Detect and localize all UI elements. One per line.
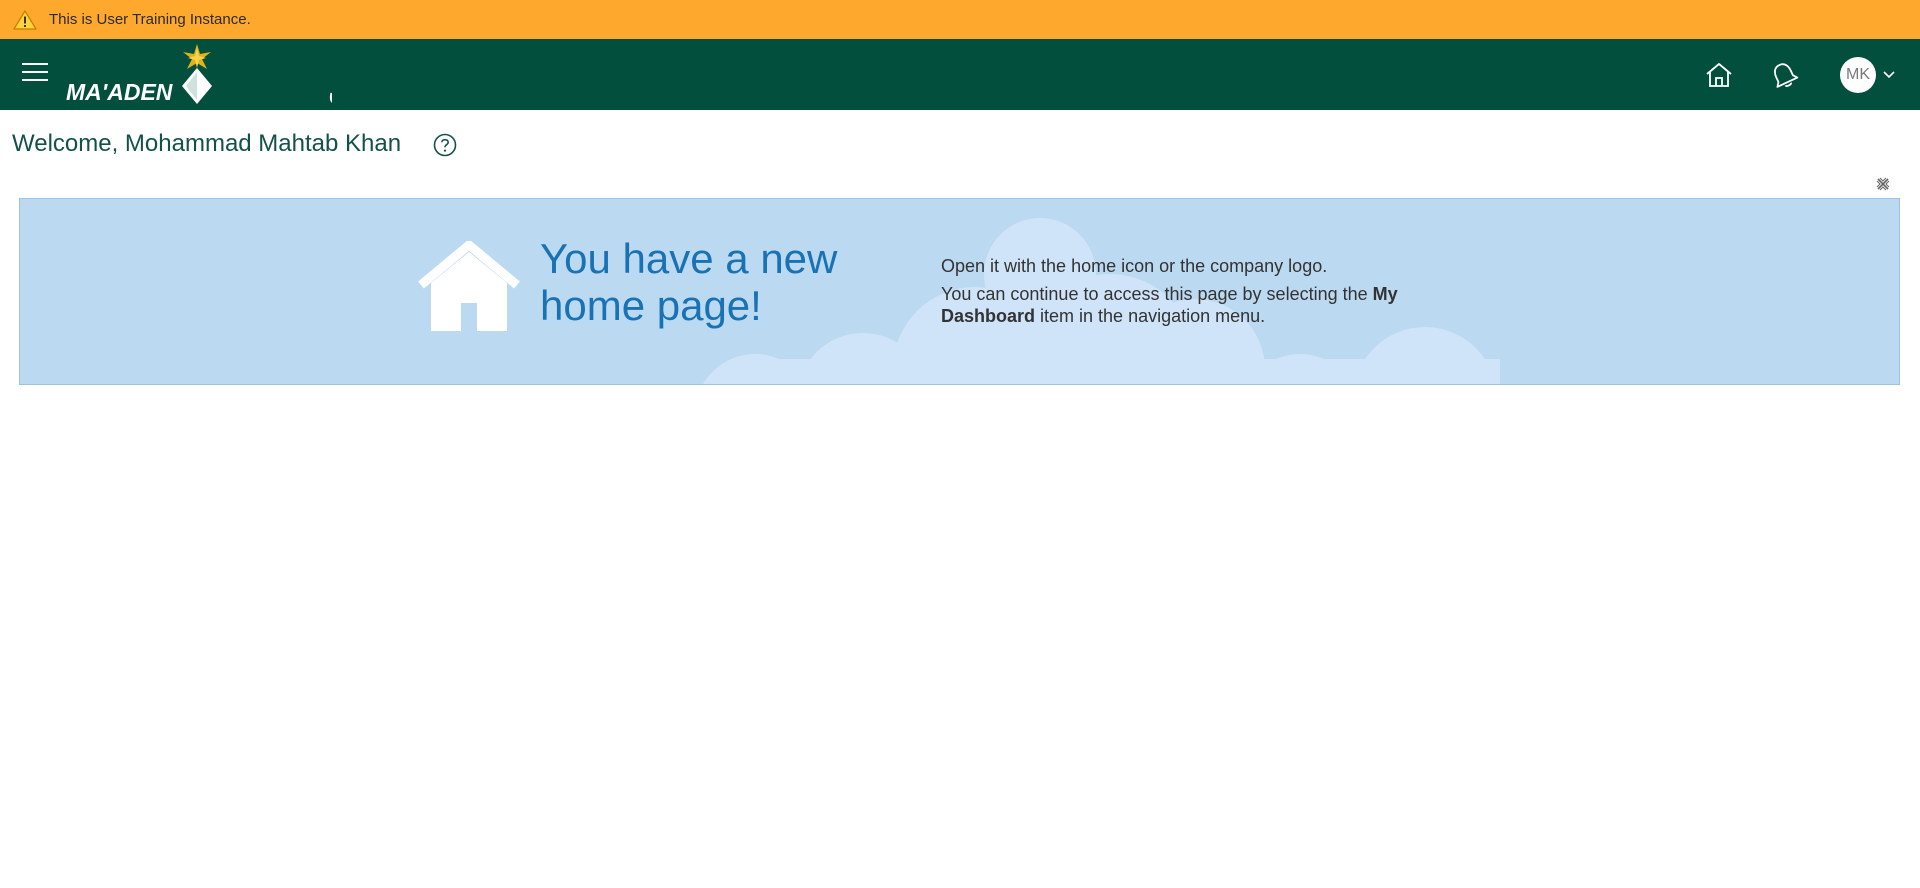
- warning-triangle-icon: [13, 9, 37, 30]
- new-home-page-banner: You have a new home page! Open it with t…: [19, 198, 1900, 385]
- banner-title: You have a new home page!: [540, 235, 838, 329]
- help-icon[interactable]: [432, 132, 458, 158]
- training-instance-warning-bar: This is User Training Instance.: [0, 0, 1920, 39]
- banner-line-2-prefix: You can continue to access this page by …: [941, 284, 1373, 304]
- home-icon[interactable]: [1703, 59, 1735, 91]
- svg-text:MA'ADEN: MA'ADEN: [66, 79, 173, 105]
- user-avatar[interactable]: MK: [1840, 57, 1876, 93]
- hamburger-menu-icon[interactable]: [22, 63, 48, 85]
- notifications-bell-icon[interactable]: [1768, 59, 1800, 91]
- banner-description: Open it with the home icon or the compan…: [941, 255, 1461, 333]
- svg-text:معادن: معادن: [328, 73, 332, 108]
- banner-line-1: Open it with the home icon or the compan…: [941, 256, 1328, 276]
- chevron-down-icon[interactable]: [1882, 70, 1896, 80]
- top-navigation-bar: MA'ADEN معادن MK: [0, 39, 1920, 110]
- warning-text: This is User Training Instance.: [49, 11, 251, 28]
- house-icon: [418, 241, 520, 331]
- page-title: Welcome, Mohammad Mahtab Khan: [12, 130, 402, 157]
- company-logo[interactable]: MA'ADEN معادن: [62, 42, 332, 108]
- banner-line-2-suffix: item in the navigation menu.: [1035, 306, 1266, 326]
- close-icon[interactable]: [1876, 177, 1890, 191]
- banner-line-2: You can continue to access this page by …: [941, 283, 1461, 327]
